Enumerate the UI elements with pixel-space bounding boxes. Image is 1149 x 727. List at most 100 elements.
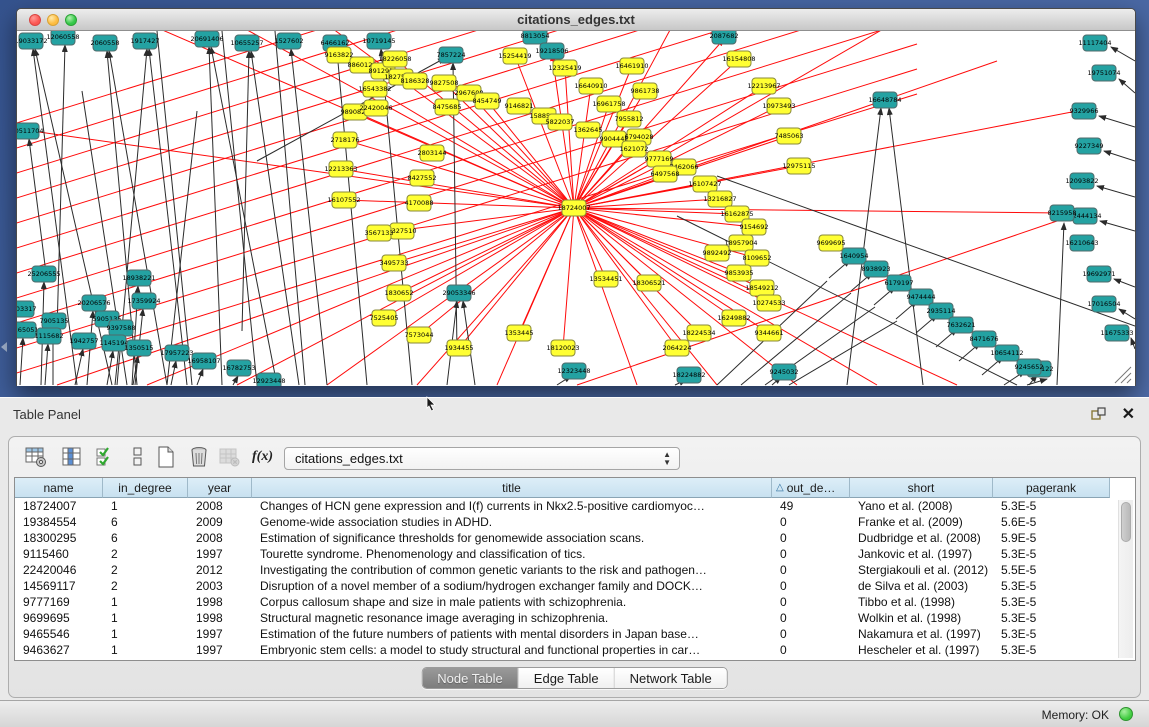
table-row[interactable]: 969969511998Structural magnetic resonanc… xyxy=(15,610,1135,626)
graph-node[interactable]: 1527602 xyxy=(275,33,304,49)
graph-node[interactable]: 1903317 xyxy=(17,301,36,317)
graph-node[interactable]: 1115682 xyxy=(35,328,64,344)
graph-node[interactable]: 10655257 xyxy=(230,35,263,51)
graph-node[interactable]: 12093822 xyxy=(1065,173,1098,189)
table-row[interactable]: 1938455462009Genome-wide association stu… xyxy=(15,514,1135,530)
graph-node[interactable]: 8938923 xyxy=(862,261,891,277)
graph-node[interactable]: 12923448 xyxy=(252,373,285,386)
network-canvas[interactable]: 1903317212060558206055819174272069140610… xyxy=(17,31,1135,386)
graph-node[interactable]: 9474444 xyxy=(907,289,936,305)
column-header-pagerank[interactable]: pagerank xyxy=(993,478,1110,498)
graph-node[interactable]: 8427552 xyxy=(408,170,437,186)
graph-node[interactable]: 16107552 xyxy=(327,192,360,208)
column-header-name[interactable]: name xyxy=(15,478,103,498)
graph-node[interactable]: 18306521 xyxy=(632,275,665,291)
graph-node[interactable]: 2935114 xyxy=(927,303,956,319)
graph-node[interactable]: 2087682 xyxy=(710,31,739,44)
new-column-icon[interactable] xyxy=(155,446,177,468)
graph-node[interactable]: 1830652 xyxy=(385,285,414,301)
graph-node[interactable]: 8471676 xyxy=(970,331,999,347)
tab-node-table[interactable]: Node Table xyxy=(422,668,519,688)
graph-node[interactable]: 18120023 xyxy=(546,340,579,356)
graph-node[interactable]: 9227349 xyxy=(1075,138,1104,154)
graph-node[interactable]: 10274533 xyxy=(752,295,785,311)
graph-node[interactable]: 16640910 xyxy=(574,78,607,94)
graph-node[interactable]: 8215958 xyxy=(1048,205,1077,221)
graph-node[interactable]: 18226058 xyxy=(378,51,411,67)
graph-node[interactable]: 16154808 xyxy=(722,51,755,67)
graph-node[interactable]: 16782753 xyxy=(222,360,255,376)
graph-node[interactable]: 10973493 xyxy=(762,98,795,114)
close-panel-icon[interactable]: ✕ xyxy=(1122,404,1135,424)
graph-node[interactable]: 10719145 xyxy=(362,33,395,49)
graph-node[interactable]: 16107427 xyxy=(688,176,721,192)
graph-node[interactable]: 7632621 xyxy=(947,317,976,333)
graph-node[interactable]: 12213363 xyxy=(324,161,357,177)
graph-node[interactable]: 11117404 xyxy=(1078,35,1111,51)
graph-node[interactable]: 9892492 xyxy=(703,245,732,261)
graph-node[interactable]: 6497568 xyxy=(651,166,680,182)
graph-node[interactable]: 20691406 xyxy=(190,31,223,47)
graph-node[interactable]: 1353445 xyxy=(505,325,534,341)
graph-node[interactable]: 13216827 xyxy=(703,191,736,207)
table-row[interactable]: 946362711997Embryonic stem cells: a mode… xyxy=(15,642,1135,658)
graph-node[interactable]: 18938221 xyxy=(122,270,155,286)
resize-grip-icon[interactable] xyxy=(1115,367,1131,383)
table-row[interactable]: 1872400712008Changes of HCN gene express… xyxy=(15,498,1135,514)
graph-node[interactable]: 19692971 xyxy=(1082,266,1115,282)
select-all-icon[interactable] xyxy=(95,446,117,468)
graph-node[interactable]: 18724007 xyxy=(557,200,590,216)
graph-node[interactable]: 7525405 xyxy=(370,310,399,326)
graph-node[interactable]: 2718176 xyxy=(331,132,360,148)
graph-node[interactable]: 2803144 xyxy=(418,145,447,161)
window-titlebar[interactable]: citations_edges.txt xyxy=(17,9,1135,31)
graph-node[interactable]: 17359924 xyxy=(127,293,160,309)
column-header-short[interactable]: short xyxy=(850,478,993,498)
graph-node[interactable]: 1640954 xyxy=(840,248,869,264)
graph-node[interactable]: 3567133 xyxy=(365,225,394,241)
graph-node[interactable]: 13534451 xyxy=(589,271,622,287)
graph-node[interactable]: 4170088 xyxy=(405,195,434,211)
graph-node[interactable]: 9329966 xyxy=(1070,103,1099,119)
table-mode-icon[interactable] xyxy=(25,446,47,468)
graph-node[interactable]: 11675333 xyxy=(1100,325,1133,341)
graph-node[interactable]: 8109652 xyxy=(743,250,772,266)
graph-node[interactable]: 6179197 xyxy=(885,275,914,291)
graph-node[interactable]: 3495733 xyxy=(380,255,409,271)
graph-node[interactable]: 16210643 xyxy=(1065,235,1098,251)
show-columns-icon[interactable] xyxy=(61,446,83,468)
graph-node[interactable]: 7485063 xyxy=(775,128,804,144)
column-header-outde[interactable]: △out_de… xyxy=(772,478,850,498)
graph-node[interactable]: 17016504 xyxy=(1087,296,1120,312)
delete-column-icon[interactable] xyxy=(188,446,210,468)
graph-node[interactable]: 1934455 xyxy=(445,340,474,356)
graph-node[interactable]: 10654112 xyxy=(990,345,1023,361)
graph-node[interactable]: 12213967 xyxy=(747,78,780,94)
graph-node[interactable]: 9853935 xyxy=(725,265,754,281)
graph-node[interactable]: 7573044 xyxy=(405,327,434,343)
graph-node[interactable]: 15254419 xyxy=(498,48,531,64)
graph-node[interactable]: 19751074 xyxy=(1087,65,1120,81)
graph-node[interactable]: 2064224 xyxy=(663,340,692,356)
graph-node[interactable]: 20511704 xyxy=(17,123,44,139)
graph-node[interactable]: 18224534 xyxy=(682,325,715,341)
graph-node[interactable]: 7857224 xyxy=(437,47,466,63)
network-view-window[interactable]: citations_edges.txt 19033172120605582060… xyxy=(16,8,1136,386)
table-row[interactable]: 2242004622012Investigating the contribut… xyxy=(15,562,1135,578)
graph-node[interactable]: 12323448 xyxy=(557,363,590,379)
graph-node[interactable]: 16648784 xyxy=(868,92,901,108)
row-height-icon[interactable] xyxy=(127,446,149,468)
graph-node[interactable]: 25206555 xyxy=(27,266,60,282)
graph-node[interactable]: 8475685 xyxy=(433,99,462,115)
column-header-year[interactable]: year xyxy=(188,478,252,498)
graph-node[interactable]: 1942757 xyxy=(70,333,99,349)
graph-node[interactable]: 9397588 xyxy=(107,320,136,336)
table-row[interactable]: 946554611997Estimation of the future num… xyxy=(15,626,1135,642)
panel-collapse-arrow-icon[interactable] xyxy=(1,342,7,352)
graph-node[interactable]: 16958107 xyxy=(187,353,220,369)
graph-node[interactable]: 8813054 xyxy=(521,31,550,44)
graph-node[interactable]: 18549212 xyxy=(745,280,778,296)
graph-node[interactable]: 7955812 xyxy=(615,111,644,127)
graph-node[interactable]: 9154692 xyxy=(740,219,769,235)
graph-node[interactable]: 8186328 xyxy=(401,73,430,89)
